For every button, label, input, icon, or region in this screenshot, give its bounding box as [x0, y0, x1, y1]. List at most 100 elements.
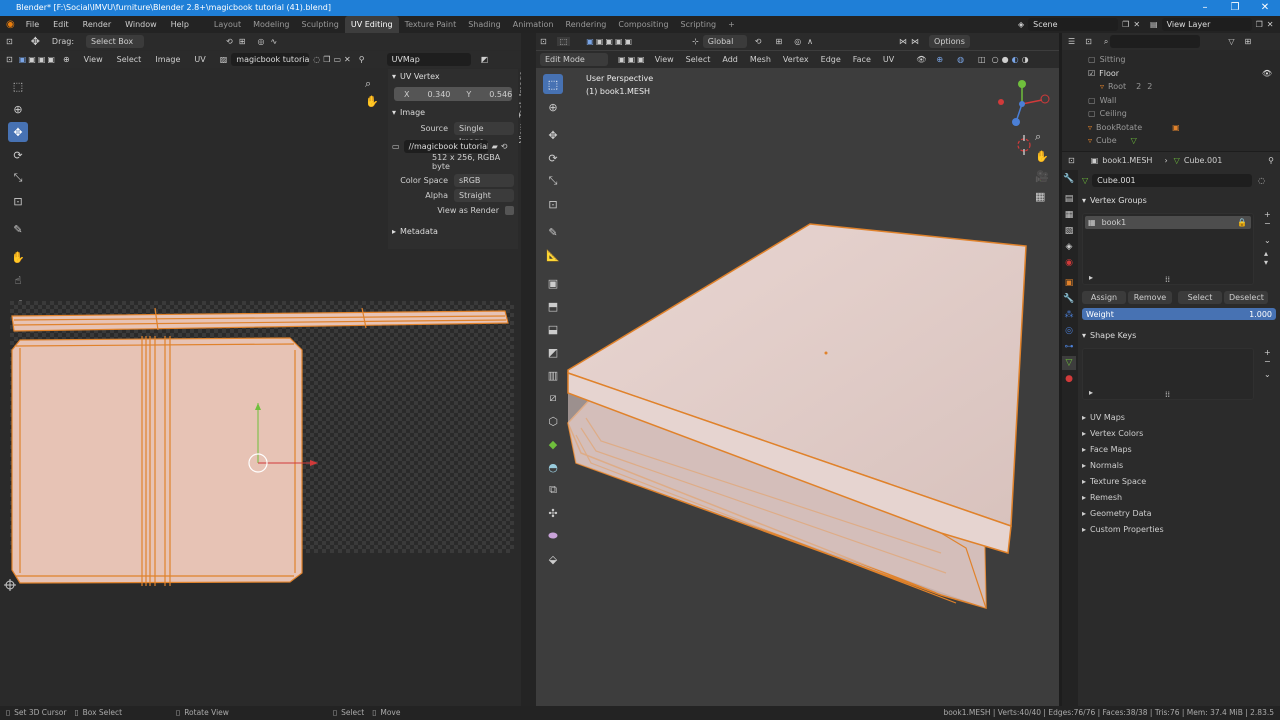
- fake-user-icon[interactable]: ◌: [1258, 176, 1265, 185]
- 3d-cursor-icon[interactable]: [1014, 135, 1034, 155]
- drag-select-box-dropdown[interactable]: Select Box: [86, 35, 145, 48]
- reload-icon[interactable]: ⟲: [501, 142, 508, 151]
- falloff-viewport-icon[interactable]: ∧: [807, 37, 813, 46]
- outliner-item[interactable]: ▢ Wall: [1088, 94, 1280, 108]
- custom-properties-panel[interactable]: ▸ Custom Properties: [1082, 522, 1276, 538]
- checkbox-icon[interactable]: ▢: [1088, 94, 1096, 108]
- tab-rendering[interactable]: Rendering: [560, 16, 613, 33]
- image-panel-header[interactable]: ▾ Image: [388, 105, 518, 121]
- image-fake-user-icon[interactable]: ◌: [313, 55, 320, 64]
- metadata-panel-header[interactable]: ▸ Metadata: [388, 224, 518, 240]
- vertex-groups-panel-header[interactable]: ▾ Vertex Groups: [1082, 193, 1276, 209]
- deselect-button[interactable]: Deselect: [1224, 291, 1268, 304]
- pin-icon[interactable]: ⚲: [359, 55, 365, 64]
- annotate-tool-icon[interactable]: ✎: [8, 219, 28, 239]
- sk-specials-icon[interactable]: ⌄: [1264, 370, 1271, 379]
- edge-select-icon[interactable]: ▣: [28, 55, 36, 64]
- uv-2d-cursor[interactable]: [4, 579, 16, 591]
- select-mode-new-icon[interactable]: ▣: [586, 37, 594, 46]
- tab-scripting[interactable]: Scripting: [675, 16, 723, 33]
- outliner-search-input[interactable]: [1110, 35, 1201, 48]
- image-unlink-icon[interactable]: ✕: [344, 55, 351, 64]
- uv-pan-icon[interactable]: ✋: [365, 95, 379, 108]
- menu-help[interactable]: Help: [164, 16, 196, 33]
- properties-editor-icon[interactable]: ⊡: [1068, 156, 1075, 165]
- tab-layout[interactable]: Layout: [208, 16, 247, 33]
- shape-key-list[interactable]: ▸ ⁞⁞: [1082, 348, 1254, 400]
- vp-menu-add[interactable]: Add: [722, 55, 738, 64]
- overlay-icon[interactable]: ◍: [957, 55, 964, 64]
- vp-rotate-tool-icon[interactable]: ⟳: [543, 148, 563, 168]
- move-up-icon[interactable]: ▴: [1264, 249, 1271, 258]
- x-value-field[interactable]: 0.340: [427, 90, 450, 99]
- rotate-tool-icon[interactable]: ⟳: [8, 145, 28, 165]
- mirror-x-icon[interactable]: ⋈: [899, 37, 907, 46]
- vertex-colors-panel[interactable]: ▸ Vertex Colors: [1082, 426, 1276, 442]
- uvmap-field[interactable]: UVMap: [386, 53, 471, 66]
- move-down-icon[interactable]: ▾: [1264, 258, 1271, 267]
- select-mode-intersect-icon[interactable]: ▣: [625, 37, 633, 46]
- outliner-editor-icon[interactable]: ☰: [1068, 37, 1075, 46]
- vp-scale-tool-icon[interactable]: ⤡: [543, 171, 563, 191]
- xray-icon[interactable]: ◫: [978, 55, 986, 64]
- gizmo-icon[interactable]: ⊕: [936, 55, 943, 64]
- checkbox-checked-icon[interactable]: ☑: [1088, 67, 1095, 81]
- uv-menu-select[interactable]: Select: [117, 55, 142, 64]
- edge-mode-icon[interactable]: ▣: [628, 55, 636, 64]
- checkbox-icon[interactable]: ▢: [1088, 107, 1096, 121]
- properties-pin-icon[interactable]: ⚲: [1268, 156, 1274, 165]
- select-mode-extend-icon[interactable]: ▣: [596, 37, 604, 46]
- sticky-select-icon[interactable]: ⊕: [63, 55, 70, 64]
- constraints-tab-icon[interactable]: ⊶: [1062, 340, 1076, 354]
- outliner-item[interactable]: ▿ Cube ▽: [1088, 134, 1280, 148]
- outliner-display-icon[interactable]: ⊡: [1085, 37, 1092, 46]
- vertex-mode-icon[interactable]: ▣: [618, 55, 626, 64]
- vp-menu-select[interactable]: Select: [686, 55, 711, 64]
- colorspace-dropdown[interactable]: sRGB: [454, 174, 514, 187]
- image-duplicate-icon[interactable]: ❐: [323, 55, 330, 64]
- face-select-icon[interactable]: ▣: [38, 55, 46, 64]
- vertex-group-list[interactable]: ▦ book1 🔒 ▸ ⁞⁞: [1082, 213, 1254, 285]
- move-tool-icon[interactable]: ✥: [31, 35, 40, 48]
- select-button[interactable]: Select: [1178, 291, 1222, 304]
- vp-select-tool-icon[interactable]: ⬚: [543, 74, 563, 94]
- mirror-y-icon[interactable]: ⋈: [911, 37, 919, 46]
- cursor-tool-icon[interactable]: ⊕: [8, 99, 28, 119]
- scene-remove-icon[interactable]: ✕: [1133, 20, 1140, 29]
- shading-wire-icon[interactable]: ○: [992, 55, 999, 64]
- menu-window[interactable]: Window: [118, 16, 164, 33]
- view-layer-tab-icon[interactable]: ▧: [1062, 224, 1076, 238]
- mode-dropdown[interactable]: Edit Mode: [540, 53, 608, 66]
- view-layer-field[interactable]: View Layer: [1161, 18, 1252, 31]
- filepath-field[interactable]: //magicbook tutorial ...: [403, 140, 488, 153]
- tab-animation[interactable]: Animation: [507, 16, 560, 33]
- remove-button[interactable]: Remove: [1128, 291, 1172, 304]
- outliner-filter-icon[interactable]: ▽: [1228, 37, 1234, 46]
- material-tab-icon[interactable]: ●: [1062, 372, 1076, 386]
- grab-tool-icon[interactable]: ✋: [8, 247, 28, 267]
- shading-rendered-icon[interactable]: ◑: [1022, 55, 1029, 64]
- vp-move-tool-icon[interactable]: ✥: [543, 125, 563, 145]
- orientation-dropdown[interactable]: Global: [702, 35, 747, 48]
- vp-menu-edge[interactable]: Edge: [821, 55, 841, 64]
- uv-menu-view[interactable]: View: [84, 55, 103, 64]
- menu-render[interactable]: Render: [76, 16, 118, 33]
- world-tab-icon[interactable]: ◉: [1062, 256, 1076, 270]
- select-mode-invert-icon[interactable]: ▣: [615, 37, 623, 46]
- vp-menu-vertex[interactable]: Vertex: [783, 55, 809, 64]
- physics-tab-icon[interactable]: ◎: [1062, 324, 1076, 338]
- select-tool-icon[interactable]: ⬚: [556, 37, 571, 46]
- menu-edit[interactable]: Edit: [46, 16, 76, 33]
- view-layer-new-icon[interactable]: ❐: [1256, 20, 1263, 29]
- uv-zoom-icon[interactable]: ⌕: [365, 77, 371, 91]
- vp-menu-mesh[interactable]: Mesh: [750, 55, 771, 64]
- y-value-field[interactable]: 0.546: [489, 90, 512, 99]
- transform-tool-icon[interactable]: ⊡: [8, 191, 28, 211]
- vp-zoom-icon[interactable]: ⌕: [1035, 130, 1041, 144]
- menu-file[interactable]: File: [19, 16, 46, 33]
- vg-specials-icon[interactable]: ⌄: [1264, 236, 1271, 245]
- vp-cursor-tool-icon[interactable]: ⊕: [543, 97, 563, 117]
- add-shape-key-icon[interactable]: +: [1264, 348, 1271, 357]
- minimize-button[interactable]: –: [1190, 0, 1220, 16]
- eye-icon[interactable]: 👁: [1262, 67, 1272, 81]
